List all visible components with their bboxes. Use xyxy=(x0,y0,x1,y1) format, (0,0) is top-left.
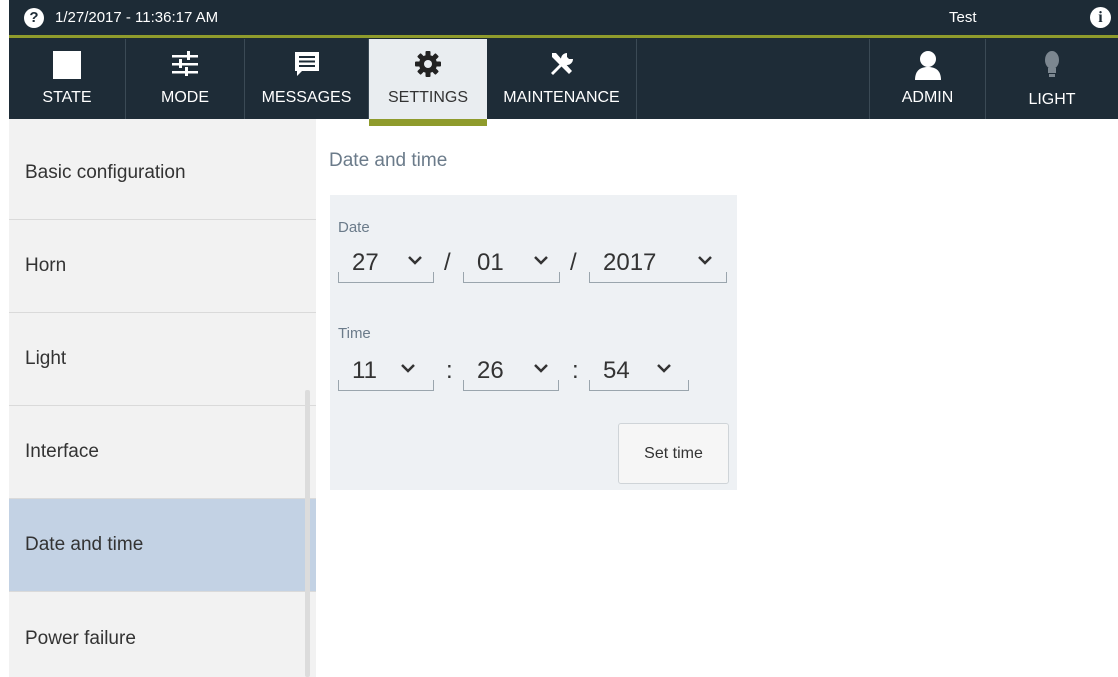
page-title: Date and time xyxy=(329,150,448,171)
tab-label: SETTINGS xyxy=(387,89,468,106)
sliders-icon xyxy=(170,49,200,84)
tab-state[interactable]: STATE xyxy=(9,39,126,119)
status-user: Test xyxy=(949,9,977,26)
sidebar-item-label: Light xyxy=(25,348,67,369)
status-datetime: 1/27/2017 - 11:36:17 AM xyxy=(55,9,219,26)
date-separator: / xyxy=(570,249,577,276)
tab-admin[interactable]: ADMIN xyxy=(869,39,986,119)
sidebar-item-label: Basic configuration xyxy=(25,162,186,183)
user-icon xyxy=(913,49,943,86)
tab-label: ADMIN xyxy=(901,89,954,106)
stop-square-icon xyxy=(53,49,81,84)
tab-label: MESSAGES xyxy=(261,89,352,106)
hour-select[interactable]: 11 xyxy=(338,355,434,391)
help-icon[interactable]: ? xyxy=(24,8,44,28)
minute-value: 26 xyxy=(477,357,504,384)
settings-sidebar: Basic configuration Horn Light Interface… xyxy=(9,119,316,677)
sidebar-item-label: Power failure xyxy=(25,627,136,649)
year-select[interactable]: 2017 xyxy=(589,247,727,283)
second-select[interactable]: 54 xyxy=(589,355,689,391)
minute-select[interactable]: 26 xyxy=(463,355,559,391)
second-value: 54 xyxy=(603,357,630,384)
hour-value: 11 xyxy=(352,357,377,384)
sidebar-item-label: Interface xyxy=(25,441,99,462)
month-value: 01 xyxy=(477,249,504,276)
day-value: 27 xyxy=(352,249,379,276)
chevron-down-icon xyxy=(401,364,415,373)
year-value: 2017 xyxy=(603,249,657,276)
day-select[interactable]: 27 xyxy=(338,247,434,283)
tab-label: STATE xyxy=(42,89,92,106)
wrench-screwdriver-icon xyxy=(547,49,577,84)
sidebar-scrollbar[interactable] xyxy=(305,390,310,677)
message-list-icon xyxy=(293,49,321,84)
main-nav: STATE MODE MESSAGES SETTINGS MAINTENANCE… xyxy=(9,39,1118,126)
date-label: Date xyxy=(338,219,370,236)
month-select[interactable]: 01 xyxy=(463,247,560,283)
sidebar-item-date-and-time[interactable]: Date and time xyxy=(9,499,316,592)
info-icon[interactable]: i xyxy=(1090,7,1111,28)
sidebar-item-interface[interactable]: Interface xyxy=(9,406,316,499)
lightbulb-icon xyxy=(1042,49,1062,86)
sidebar-item-light[interactable]: Light xyxy=(9,313,316,406)
chevron-down-icon xyxy=(534,364,548,373)
tab-messages[interactable]: MESSAGES xyxy=(245,39,369,119)
sidebar-item-label: Horn xyxy=(25,255,67,276)
sidebar-item-power-failure[interactable]: Power failure xyxy=(9,592,316,677)
active-tab-indicator xyxy=(369,119,487,126)
tab-mode[interactable]: MODE xyxy=(126,39,245,119)
tab-label: MAINTENANCE xyxy=(503,89,620,106)
sidebar-item-basic-configuration[interactable]: Basic configuration xyxy=(9,127,316,220)
sidebar-item-label: Date and time xyxy=(25,534,144,555)
time-separator: : xyxy=(572,357,579,384)
set-time-button[interactable]: Set time xyxy=(618,423,729,484)
tab-light[interactable]: LIGHT xyxy=(986,39,1118,119)
tab-label: LIGHT xyxy=(1028,91,1076,108)
chevron-down-icon xyxy=(534,256,548,265)
time-label: Time xyxy=(338,325,371,342)
app-window: ? 1/27/2017 - 11:36:17 AM Test i STATE M… xyxy=(9,0,1118,677)
tab-label: MODE xyxy=(161,89,209,106)
chevron-down-icon xyxy=(657,364,671,373)
tab-settings[interactable]: SETTINGS xyxy=(369,39,487,126)
date-separator: / xyxy=(444,249,451,276)
date-time-panel: Date 27 / 01 / 2017 Time 11 : 26: 54 Se… xyxy=(330,195,737,490)
status-bar: ? 1/27/2017 - 11:36:17 AM Test i xyxy=(9,0,1118,39)
chevron-down-icon xyxy=(698,256,712,265)
gear-icon xyxy=(413,49,443,84)
tab-maintenance[interactable]: MAINTENANCE xyxy=(487,39,637,119)
time-separator: : xyxy=(446,357,453,384)
status-divider xyxy=(9,35,1118,38)
chevron-down-icon xyxy=(408,256,422,265)
sidebar-item-horn[interactable]: Horn xyxy=(9,220,316,313)
